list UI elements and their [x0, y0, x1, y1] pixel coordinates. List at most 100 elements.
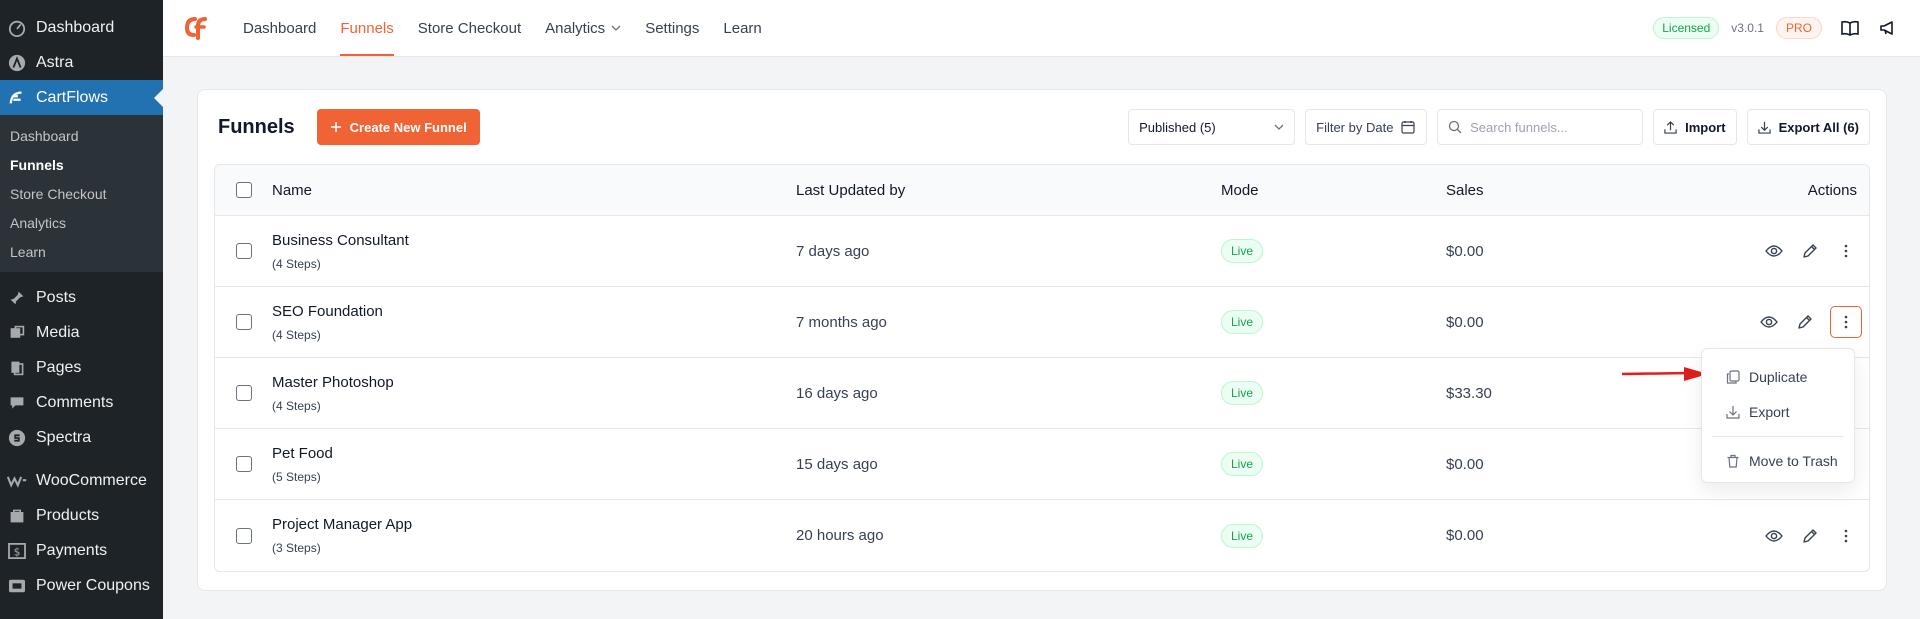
edit-pencil-icon[interactable] [1799, 525, 1821, 547]
topbar-right: Licensed v3.0.1 PRO [1653, 17, 1920, 39]
nav-learn[interactable]: Learn [711, 0, 773, 56]
menu-export-label: Export [1749, 403, 1790, 420]
row-checkbox[interactable] [235, 385, 252, 401]
mode-badge: Live [1221, 239, 1264, 263]
funnel-name-link[interactable]: SEO Foundation [272, 303, 796, 320]
mode-badge: Live [1221, 381, 1264, 405]
row-actions-menu: Duplicate Export Move to Trash [1701, 348, 1855, 483]
menu-duplicate[interactable]: Duplicate [1702, 359, 1854, 394]
book-icon[interactable] [1840, 18, 1860, 38]
wp-menu-pages[interactable]: Pages [0, 350, 163, 385]
cartflows-logo[interactable] [179, 11, 213, 45]
copy-icon [1726, 369, 1740, 384]
status-filter-select[interactable]: Published (5) [1128, 109, 1296, 145]
products-icon [6, 506, 28, 526]
last-updated: 20 hours ago [796, 527, 884, 544]
wp-menu-products[interactable]: Products [0, 498, 163, 533]
spectra-icon [6, 428, 28, 448]
view-eye-icon[interactable] [1758, 311, 1780, 333]
nav-store-checkout[interactable]: Store Checkout [406, 0, 533, 56]
nav-analytics[interactable]: Analytics [533, 0, 633, 56]
submenu-dashboard[interactable]: Dashboard [0, 121, 163, 150]
megaphone-icon[interactable] [1878, 18, 1898, 38]
export-all-button[interactable]: Export All (6) [1746, 109, 1870, 145]
wp-menu-woocommerce[interactable]: WooCommerce [0, 463, 163, 498]
comments-icon [6, 393, 28, 413]
menu-move-to-trash[interactable]: Move to Trash [1702, 443, 1854, 478]
funnel-name-link[interactable]: Business Consultant [272, 232, 796, 249]
edit-pencil-icon[interactable] [1799, 240, 1821, 262]
nav-dashboard[interactable]: Dashboard [231, 0, 328, 56]
wp-menu-astra[interactable]: Astra [0, 45, 163, 80]
menu-divider [1712, 436, 1844, 437]
coupons-icon [6, 576, 28, 596]
wp-menu-dashboard[interactable]: Dashboard [0, 10, 163, 45]
edit-pencil-icon[interactable] [1794, 311, 1816, 333]
sales-value: $33.30 [1446, 384, 1492, 402]
search-funnels-input[interactable]: Search funnels... [1437, 109, 1644, 145]
sales-value: $0.00 [1446, 313, 1484, 331]
calendar-icon [1401, 121, 1416, 134]
column-header-mode: Mode [1221, 181, 1259, 199]
wp-menu-media[interactable]: Media [0, 315, 163, 350]
row-checkbox[interactable] [235, 456, 252, 472]
wp-menu-label: Astra [36, 53, 74, 71]
sales-value: $0.00 [1446, 527, 1484, 544]
date-filter-button[interactable]: Filter by Date [1305, 109, 1428, 145]
woocommerce-icon [6, 471, 28, 491]
cartflows-submenu: Dashboard Funnels Store Checkout Analyti… [0, 115, 163, 272]
wp-menu-power-coupons[interactable]: Power Coupons [0, 568, 163, 603]
select-all-checkbox[interactable] [235, 182, 252, 198]
cartflows-icon [6, 88, 28, 108]
wp-menu-payments[interactable]: $ Payments [0, 533, 163, 568]
wp-menu-spectra[interactable]: Spectra [0, 420, 163, 455]
media-icon [6, 323, 28, 343]
create-new-funnel-label: Create New Funnel [349, 119, 467, 135]
funnel-name-link[interactable]: Pet Food [272, 445, 796, 462]
search-placeholder: Search funnels... [1470, 119, 1568, 135]
table-row: Pet Food (5 Steps) 15 days ago Live $0.0… [215, 429, 1869, 500]
wp-menu-cartflows[interactable]: CartFlows [0, 80, 163, 115]
status-filter-value: Published (5) [1139, 119, 1216, 135]
funnel-name-link[interactable]: Master Photoshop [272, 374, 796, 391]
import-button[interactable]: Import [1653, 109, 1737, 145]
create-new-funnel-button[interactable]: Create New Funnel [316, 109, 480, 145]
page-title: Funnels [218, 115, 295, 138]
submenu-learn[interactable]: Learn [0, 237, 163, 266]
mode-badge: Live [1221, 452, 1264, 476]
submenu-funnels[interactable]: Funnels [0, 150, 163, 179]
svg-text:$: $ [14, 545, 21, 558]
mode-badge: Live [1221, 310, 1264, 334]
view-eye-icon[interactable] [1763, 240, 1785, 262]
funnel-name-link[interactable]: Project Manager App [272, 516, 796, 533]
view-eye-icon[interactable] [1763, 525, 1785, 547]
table-header: Name Last Updated by Mode Sales Actions [215, 165, 1869, 216]
more-options-icon[interactable] [1835, 525, 1857, 547]
submenu-store-checkout[interactable]: Store Checkout [0, 179, 163, 208]
submenu-analytics[interactable]: Analytics [0, 208, 163, 237]
payments-icon: $ [6, 541, 28, 561]
wp-menu-comments[interactable]: Comments [0, 385, 163, 420]
nav-analytics-label: Analytics [545, 19, 606, 37]
row-checkbox[interactable] [235, 314, 252, 330]
row-checkbox[interactable] [235, 243, 252, 259]
row-checkbox[interactable] [235, 527, 252, 544]
menu-export[interactable]: Export [1702, 394, 1854, 429]
more-options-icon[interactable] [1835, 240, 1857, 262]
plus-icon [330, 122, 341, 132]
funnel-steps-count: (4 Steps) [272, 256, 321, 271]
wp-menu-label: Dashboard [36, 18, 115, 36]
version-label: v3.0.1 [1731, 21, 1764, 35]
wp-menu-posts[interactable]: Posts [0, 280, 163, 315]
table-row: Business Consultant (4 Steps) 7 days ago… [215, 216, 1869, 287]
mode-badge: Live [1221, 523, 1264, 548]
funnel-steps-count: (4 Steps) [272, 327, 321, 342]
nav-funnels[interactable]: Funnels [328, 0, 405, 56]
more-options-icon[interactable] [1830, 306, 1862, 338]
funnels-toolbar: Published (5) Filter by Date Search funn… [1128, 109, 1870, 145]
wp-menu-label: WooCommerce [36, 471, 147, 489]
chevron-down-icon [1274, 124, 1284, 130]
pro-badge: PRO [1775, 17, 1822, 39]
nav-settings[interactable]: Settings [633, 0, 711, 56]
astra-icon [6, 53, 28, 73]
